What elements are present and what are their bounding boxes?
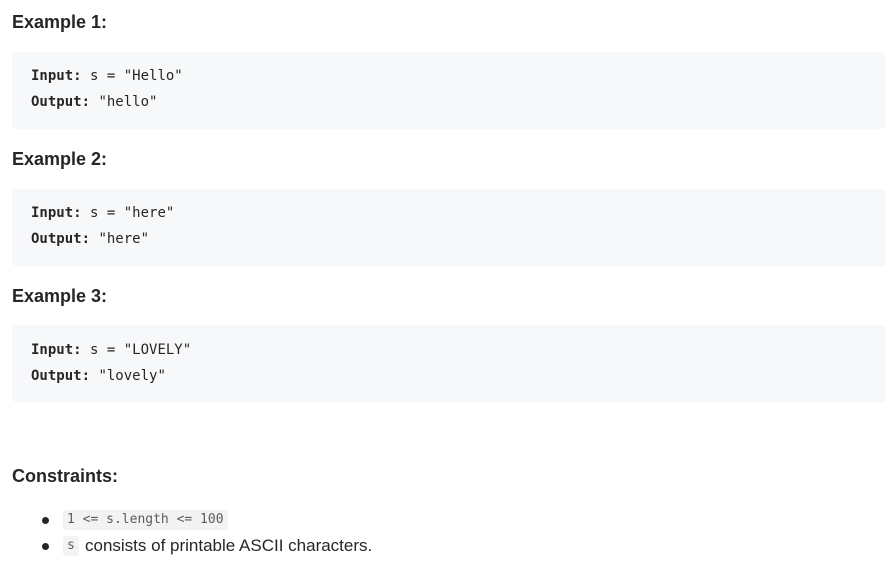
input-label: Input:: [31, 68, 82, 84]
output-label: Output:: [31, 368, 91, 384]
example-1-input-line: Input: s = "Hello": [31, 67, 183, 85]
example-3-heading: Example 3:: [12, 286, 108, 306]
constraint-item: s consists of printable ASCII characters…: [0, 534, 894, 558]
bullet-icon: [42, 517, 49, 524]
input-label: Input:: [31, 342, 82, 358]
example-3-output-line: Output: "lovely": [31, 367, 166, 385]
constraint-code: s: [63, 536, 79, 556]
example-2-code-block: Input: s = "here" Output: "here": [12, 189, 886, 266]
example-2-output-line: Output: "here": [31, 230, 149, 248]
bullet-icon: [42, 543, 49, 550]
constraints-heading: Constraints:: [12, 466, 119, 486]
input-label: Input:: [31, 205, 82, 221]
output-value: "here": [98, 231, 150, 247]
constraint-code: 1 <= s.length <= 100: [63, 510, 228, 530]
example-2-heading: Example 2:: [12, 149, 108, 169]
example-1-output-line: Output: "hello": [31, 93, 157, 111]
example-3-input-line: Input: s = "LOVELY": [31, 341, 191, 359]
output-label: Output:: [31, 231, 91, 247]
output-value: "lovely": [98, 368, 166, 384]
example-1-code-block: Input: s = "Hello" Output: "hello": [12, 52, 886, 129]
input-value: s = "here": [90, 205, 175, 221]
problem-examples-page: Example 1: Input: s = "Hello" Output: "h…: [0, 0, 894, 561]
example-2-input-line: Input: s = "here": [31, 204, 174, 222]
input-value: s = "LOVELY": [90, 342, 192, 358]
output-value: "hello": [98, 94, 158, 110]
constraint-text: consists of printable ASCII characters.: [85, 536, 373, 555]
constraint-item: 1 <= s.length <= 100: [0, 508, 894, 532]
example-1-heading: Example 1:: [12, 12, 108, 32]
example-3-code-block: Input: s = "LOVELY" Output: "lovely": [12, 325, 886, 402]
output-label: Output:: [31, 94, 91, 110]
input-value: s = "Hello": [90, 68, 183, 84]
